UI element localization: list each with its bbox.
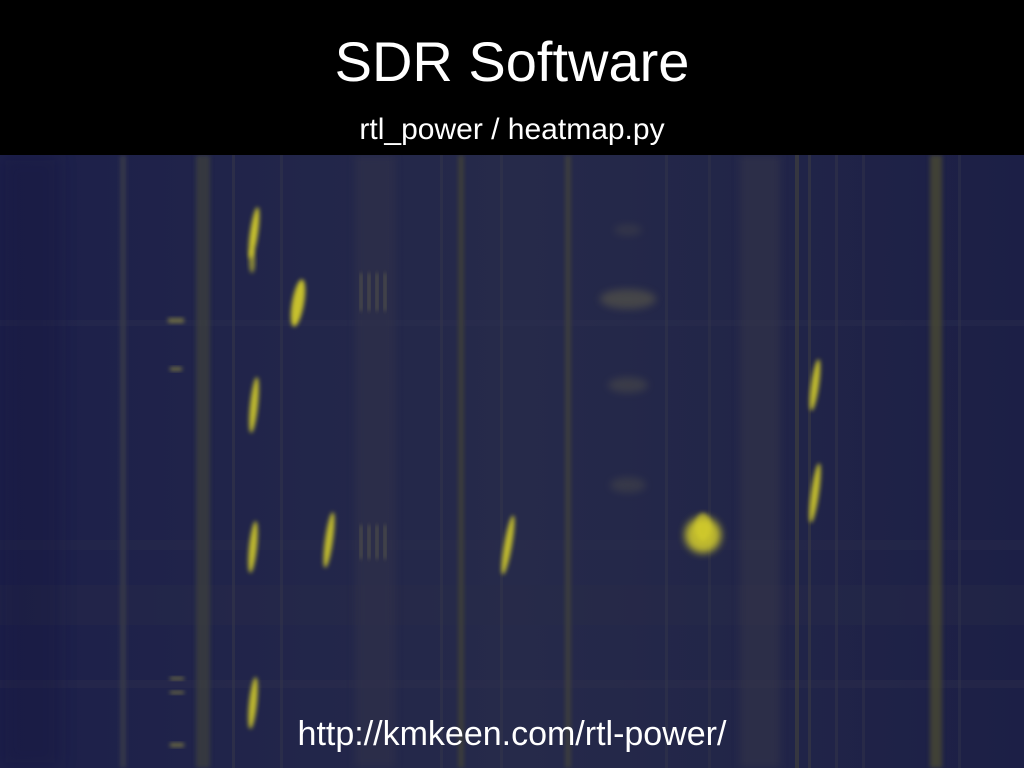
slide: SDR Software rtl_power / heatmap.py http…	[0, 0, 1024, 768]
heatmap-background	[0, 155, 1024, 768]
slide-header: SDR Software rtl_power / heatmap.py	[0, 0, 1024, 155]
slide-title: SDR Software	[334, 30, 690, 93]
slide-subtitle: rtl_power / heatmap.py	[359, 113, 665, 146]
source-url-text: http://kmkeen.com/rtl-power/	[297, 715, 727, 753]
heatmap-canvas	[0, 155, 1024, 768]
spectrum-heatmap-image	[0, 155, 1024, 768]
